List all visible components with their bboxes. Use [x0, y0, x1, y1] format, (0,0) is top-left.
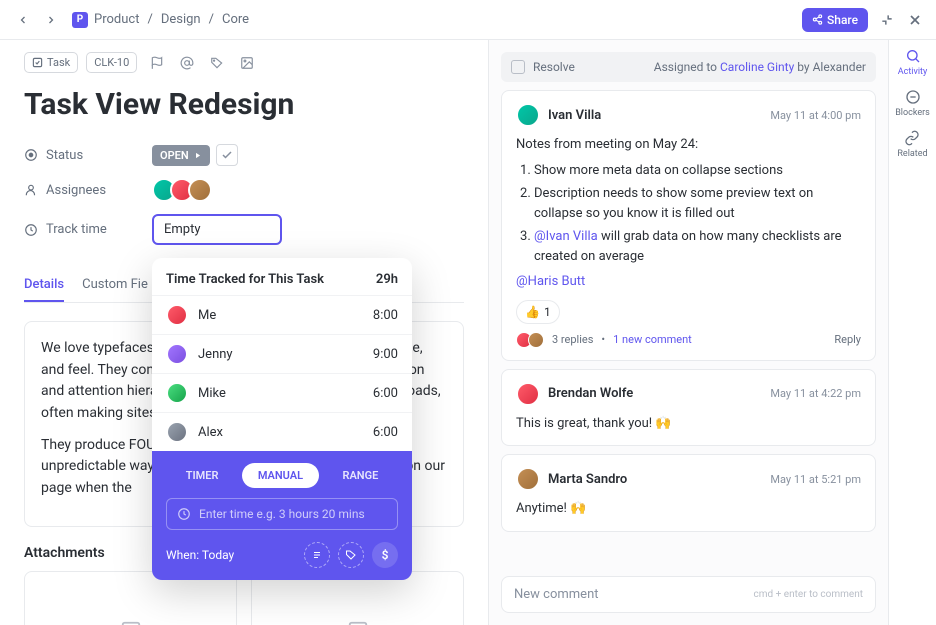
task-title: Task View Redesign — [24, 87, 464, 122]
time-row[interactable]: Jenny9:00 — [152, 334, 412, 373]
rail-activity[interactable]: Activity — [898, 48, 927, 77]
tag-icon[interactable] — [207, 53, 227, 73]
mode-manual[interactable]: MANUAL — [242, 463, 319, 488]
task-detail-pane: Task CLK-10 Task View Redesign Status OP… — [0, 40, 488, 625]
activity-pane: Resolve Assigned to Caroline Ginty by Al… — [488, 40, 888, 625]
flag-icon[interactable] — [147, 53, 167, 73]
nav-back-button[interactable] — [12, 9, 34, 31]
comment-timestamp: May 11 at 4:22 pm — [770, 387, 861, 400]
time-row[interactable]: Me8:00 — [152, 295, 412, 334]
reply-button[interactable]: Reply — [834, 333, 861, 346]
close-icon[interactable] — [906, 11, 924, 29]
avatar — [188, 178, 212, 202]
time-tracking-popover: Time Tracked for This Task 29h Me8:00 Je… — [152, 258, 412, 580]
nav-forward-button[interactable] — [40, 9, 62, 31]
mode-timer[interactable]: TIMER — [170, 463, 235, 488]
comment-timestamp: May 11 at 4:00 pm — [770, 109, 861, 122]
user-mention[interactable]: @Ivan Villa — [534, 229, 598, 244]
comment-author: Brendan Wolfe — [548, 386, 633, 401]
new-comment-link[interactable]: 1 new comment — [613, 333, 692, 346]
tag-icon[interactable] — [338, 542, 364, 568]
comment-card: Brendan Wolfe May 11 at 4:22 pm This is … — [501, 369, 876, 447]
rail-blockers[interactable]: Blockers — [895, 89, 930, 118]
time-row[interactable]: Mike6:00 — [152, 373, 412, 412]
comment-composer[interactable]: New comment cmd + enter to comment — [501, 576, 876, 613]
avatar — [516, 382, 540, 406]
assignee-avatars[interactable] — [152, 178, 212, 202]
avatar — [516, 103, 540, 127]
popover-title: Time Tracked for This Task — [166, 272, 324, 287]
time-entry-input[interactable]: Enter time e.g. 3 hours 20 mins — [166, 498, 398, 530]
status-badge[interactable]: OPEN — [152, 145, 210, 166]
breadcrumb-item[interactable]: Design — [161, 12, 201, 27]
resolve-checkbox[interactable] — [511, 60, 525, 74]
reaction-button[interactable]: 👍 1 — [516, 300, 560, 324]
tab-details[interactable]: Details — [24, 269, 64, 302]
assignees-field-label: Assignees — [24, 183, 152, 198]
status-field-label: Status — [24, 148, 152, 163]
comment-author: Ivan Villa — [548, 108, 601, 123]
breadcrumb-item[interactable]: Product — [94, 12, 139, 27]
breadcrumb-item[interactable]: Core — [222, 12, 249, 27]
track-time-input[interactable] — [152, 214, 282, 245]
mode-range[interactable]: RANGE — [326, 463, 394, 488]
side-rail: Activity Blockers Related — [888, 40, 936, 625]
track-time-field-label: Track time — [24, 222, 152, 237]
comment-author: Marta Sandro — [548, 472, 627, 487]
user-mention[interactable]: @Haris Butt — [516, 272, 861, 292]
rail-related[interactable]: Related — [897, 130, 927, 159]
note-icon[interactable] — [304, 542, 330, 568]
tab-custom-fields[interactable]: Custom Fie — [82, 269, 148, 302]
task-type-chip[interactable]: Task — [24, 52, 78, 73]
comment-timestamp: May 11 at 5:21 pm — [770, 473, 861, 486]
comment-card: Ivan Villa May 11 at 4:00 pm Notes from … — [501, 90, 876, 361]
composer-hint: cmd + enter to comment — [754, 589, 863, 600]
billable-icon[interactable]: $ — [372, 542, 398, 568]
resolve-label: Resolve — [533, 60, 575, 74]
mention-icon[interactable] — [177, 53, 197, 73]
status-complete-button[interactable] — [216, 144, 238, 166]
assigned-text: Assigned to Caroline Ginty by Alexander — [654, 60, 866, 74]
minimize-icon[interactable] — [878, 11, 896, 29]
time-row[interactable]: Alex6:00 — [152, 412, 412, 451]
when-label[interactable]: When: Today — [166, 548, 234, 562]
resolve-bar: Resolve Assigned to Caroline Ginty by Al… — [501, 52, 876, 82]
avatar — [516, 467, 540, 491]
task-id-chip[interactable]: CLK-10 — [86, 52, 137, 73]
comment-card: Marta Sandro May 11 at 5:21 pm Anytime! … — [501, 454, 876, 532]
popover-total: 29h — [376, 272, 398, 287]
topbar: P Product / Design / Core Share — [0, 0, 936, 40]
workspace-badge: P — [72, 12, 88, 28]
image-icon[interactable] — [237, 53, 257, 73]
share-button[interactable]: Share — [802, 8, 868, 32]
